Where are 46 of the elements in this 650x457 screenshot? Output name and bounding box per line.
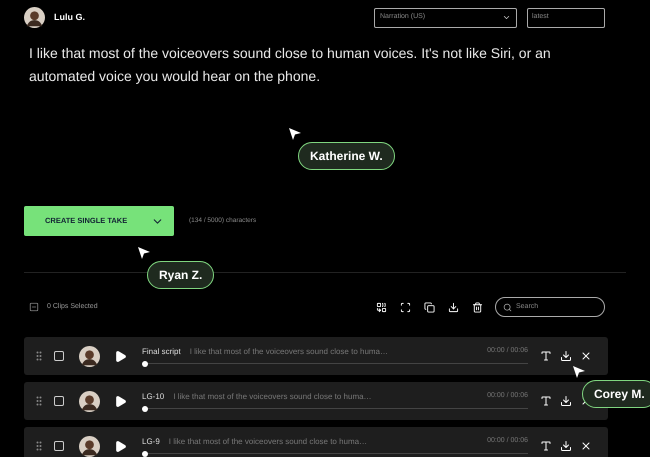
- play-icon[interactable]: [114, 350, 127, 362]
- user-name: Lulu G.: [54, 10, 85, 24]
- expand-icon[interactable]: [400, 302, 411, 312]
- deselect-icon[interactable]: [29, 302, 39, 312]
- script-text: I like that most of the voiceovers sound close to human voices. It's not like Siri, or an automated voice you would hear on the phone.: [29, 44, 552, 86]
- cursor-name-tooltip: Corey M.: [582, 380, 650, 408]
- play-icon[interactable]: [114, 440, 127, 452]
- progress-track[interactable]: [142, 450, 528, 456]
- close-icon[interactable]: [580, 440, 592, 452]
- clip-title: Final script: [142, 346, 181, 358]
- progress-track[interactable]: [142, 406, 528, 412]
- copy-icon[interactable]: [424, 302, 435, 312]
- progress-thumb[interactable]: [142, 360, 148, 366]
- clip-checkbox[interactable]: [54, 441, 64, 451]
- avatar-icon: [79, 346, 100, 366]
- avatar-icon: [79, 436, 100, 456]
- trash-icon[interactable]: [472, 302, 483, 312]
- cursor-name-tooltip: Ryan Z.: [147, 261, 214, 289]
- clip-title: LG-9: [142, 436, 160, 448]
- download-icon[interactable]: [560, 395, 572, 407]
- close-icon[interactable]: [580, 350, 592, 362]
- pointer-icon: [288, 127, 302, 141]
- text-icon[interactable]: [540, 350, 552, 362]
- clip-text: I like that most of the voiceovers sound close to huma…: [190, 346, 388, 358]
- avatar-icon: [79, 390, 100, 412]
- progress-thumb[interactable]: [142, 450, 148, 456]
- merge-icon[interactable]: [376, 302, 387, 312]
- clip-checkbox[interactable]: [54, 351, 64, 361]
- clip-title: LG-10: [142, 390, 164, 402]
- download-icon[interactable]: [560, 440, 572, 452]
- chevron-down-icon: [502, 13, 511, 22]
- text-icon[interactable]: [540, 395, 552, 407]
- download-icon[interactable]: [448, 302, 459, 312]
- search-icon: [503, 302, 512, 312]
- progress-thumb[interactable]: [142, 406, 148, 412]
- play-icon[interactable]: [114, 394, 127, 408]
- clip-text: I like that most of the voiceovers sound close to huma…: [173, 390, 372, 402]
- avatar-icon: [24, 7, 45, 28]
- text-icon[interactable]: [540, 440, 552, 452]
- cursor-name-tooltip: Katherine W.: [298, 142, 395, 170]
- clip-checkbox[interactable]: [54, 396, 64, 406]
- clip-text: I like that most of the voiceovers sound close to huma…: [168, 436, 368, 448]
- download-icon[interactable]: [560, 350, 572, 362]
- progress-track[interactable]: [142, 360, 528, 366]
- pointer-icon: [572, 365, 586, 379]
- pointer-icon: [137, 246, 151, 260]
